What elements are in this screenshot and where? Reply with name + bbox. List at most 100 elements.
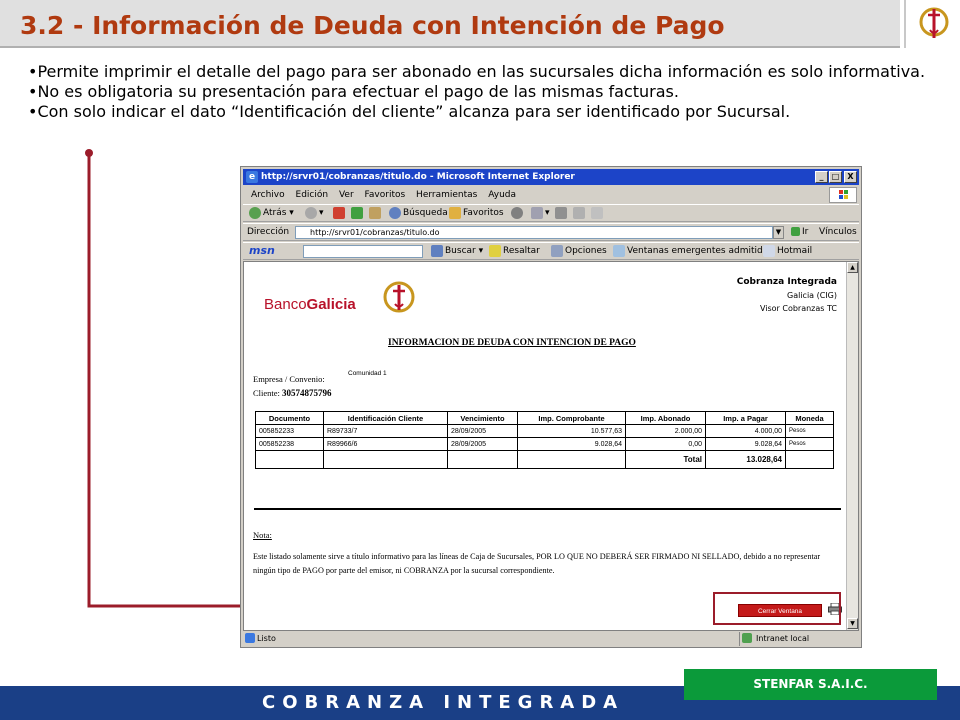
cliente-label: Cliente: <box>253 388 280 398</box>
highlight-button[interactable]: Resaltar <box>489 243 540 259</box>
menu-archivo[interactable]: Archivo <box>251 187 285 203</box>
cell-moneda: Pesos <box>785 424 834 438</box>
footer-text: COBRANZA INTEGRADA <box>262 692 625 713</box>
col-documento: Documento <box>255 411 324 425</box>
page-icon <box>245 633 255 643</box>
nota-label: Nota: <box>253 530 272 540</box>
cliente-value: 30574875796 <box>282 388 332 398</box>
home-button[interactable] <box>369 205 383 221</box>
browser-title-bar: e http://srvr01/cobranzas/titulo.do - Mi… <box>243 169 859 185</box>
slide-title: 3.2 - Información de Deuda con Intención… <box>20 11 725 40</box>
address-label: Dirección <box>247 227 290 237</box>
mail-icon <box>531 206 543 219</box>
menu-edicion[interactable]: Edición <box>296 187 329 203</box>
discuss-button[interactable] <box>591 205 605 221</box>
msn-search-input[interactable] <box>303 245 423 258</box>
report-page: BancoGalicia Cobranza Integrada Galicia … <box>244 262 847 630</box>
msn-logo[interactable]: msn <box>249 243 275 259</box>
home-icon <box>369 206 381 219</box>
search-button[interactable]: Búsqueda <box>389 205 448 221</box>
scroll-up-button[interactable]: ▲ <box>847 262 858 273</box>
hotmail-button[interactable]: Hotmail <box>763 243 812 259</box>
status-text: Listo <box>257 634 276 643</box>
mail-button[interactable]: ▾ <box>531 205 550 221</box>
table-total-row: Total 13.028,64 <box>255 450 834 469</box>
favorites-button[interactable]: Favoritos <box>449 205 504 221</box>
bullet-item: •No es obligatoria su presentación para … <box>28 82 679 101</box>
popup-icon <box>613 244 625 257</box>
company-badge: STENFAR S.A.I.C. <box>684 669 937 700</box>
status-zone: Intranet local <box>739 632 849 646</box>
emblem-icon <box>919 7 949 38</box>
debt-table: Documento Identificación Cliente Vencimi… <box>255 411 834 469</box>
forward-button[interactable]: ▾ <box>305 205 324 221</box>
search-icon <box>389 206 401 219</box>
stop-icon <box>333 206 345 219</box>
edit-button[interactable] <box>573 205 587 221</box>
cell-imp-comprobante: 10.577,63 <box>517 424 626 438</box>
bank-name-part2: Galicia <box>306 296 356 313</box>
cell-imp-abonado: 2.000,00 <box>625 424 706 438</box>
print-button[interactable] <box>555 205 569 221</box>
stop-button[interactable] <box>333 205 347 221</box>
ie-icon: e <box>246 171 258 183</box>
col-imp-comprobante: Imp. Comprobante <box>517 411 626 425</box>
menu-herramientas[interactable]: Herramientas <box>416 187 477 203</box>
links-button[interactable]: Vínculos <box>819 224 857 240</box>
menu-ayuda[interactable]: Ayuda <box>488 187 516 203</box>
cig-block: Cobranza Integrada Galicia (CIG) Visor C… <box>737 276 837 315</box>
bullet-item: •Con solo indicar el dato “Identificació… <box>28 102 791 121</box>
cell-documento: 005852238 <box>255 437 324 451</box>
vertical-scrollbar[interactable]: ▲ ▼ <box>846 262 858 630</box>
empresa-label: Empresa / Convenio: <box>253 374 325 384</box>
table-header-row: Documento Identificación Cliente Vencimi… <box>255 411 834 425</box>
empresa-value: Comunidad 1 <box>348 370 387 377</box>
col-identificacion: Identificación Cliente <box>323 411 448 425</box>
bank-name-part1: Banco <box>264 296 307 313</box>
scroll-down-button[interactable]: ▼ <box>847 618 858 629</box>
report-title: INFORMACION DE DEUDA CON INTENCION DE PA… <box>388 338 636 348</box>
edit-icon <box>573 206 585 219</box>
empresa-row: Empresa / Convenio: Comunidad 1 <box>253 370 387 384</box>
intranet-icon <box>742 633 752 643</box>
col-imp-abonado: Imp. Abonado <box>625 411 706 425</box>
highlight-icon <box>489 244 501 257</box>
address-value: http://srvr01/cobranzas/titulo.do <box>310 228 440 237</box>
total-label: Total <box>625 450 706 469</box>
search-icon <box>431 244 443 257</box>
cell-vencimiento: 28/09/2005 <box>447 424 518 438</box>
cell-moneda: Pesos <box>785 437 834 451</box>
cell-imp-a-pagar: 9.028,64 <box>705 437 786 451</box>
minimize-button[interactable]: _ <box>815 171 828 183</box>
cell-imp-a-pagar: 4.000,00 <box>705 424 786 438</box>
cell-imp-comprobante: 9.028,64 <box>517 437 626 451</box>
windows-flag-icon <box>829 187 857 203</box>
favorites-icon <box>449 206 461 219</box>
menu-ver[interactable]: Ver <box>339 187 354 203</box>
address-input[interactable]: http://srvr01/cobranzas/titulo.do <box>295 226 773 239</box>
go-button[interactable]: Ir <box>791 224 808 240</box>
cell-identificacion: R89733/7 <box>323 424 448 438</box>
refresh-icon <box>351 206 363 219</box>
msn-search-button[interactable]: Buscar ▾ <box>431 243 483 259</box>
nota-text: Este listado solamente sirve a título in… <box>253 552 821 575</box>
popups-button[interactable]: Ventanas emergentes admitidas <box>613 243 773 259</box>
print-icon <box>555 206 567 219</box>
cig-title: Cobranza Integrada <box>736 277 837 287</box>
close-window-button[interactable]: X <box>844 171 857 183</box>
highlight-box <box>713 592 841 625</box>
back-button[interactable]: Atrás ▾ <box>249 205 294 221</box>
browser-content: BancoGalicia Cobranza Integrada Galicia … <box>243 261 859 631</box>
refresh-button[interactable] <box>351 205 365 221</box>
address-dropdown-button[interactable]: ▼ <box>773 226 784 239</box>
msn-toolbar: msn Buscar ▾ Resaltar Opciones Ventanas … <box>243 242 859 260</box>
history-button[interactable] <box>511 205 525 221</box>
menu-favoritos[interactable]: Favoritos <box>365 187 406 203</box>
mail-icon <box>763 244 775 257</box>
maximize-button[interactable]: □ <box>829 171 842 183</box>
go-arrow-icon <box>791 227 800 236</box>
browser-title: http://srvr01/cobranzas/titulo.do - Micr… <box>261 172 575 182</box>
options-button[interactable]: Opciones <box>551 243 607 259</box>
options-icon <box>551 244 563 257</box>
cell-identificacion: R89966/6 <box>323 437 448 451</box>
